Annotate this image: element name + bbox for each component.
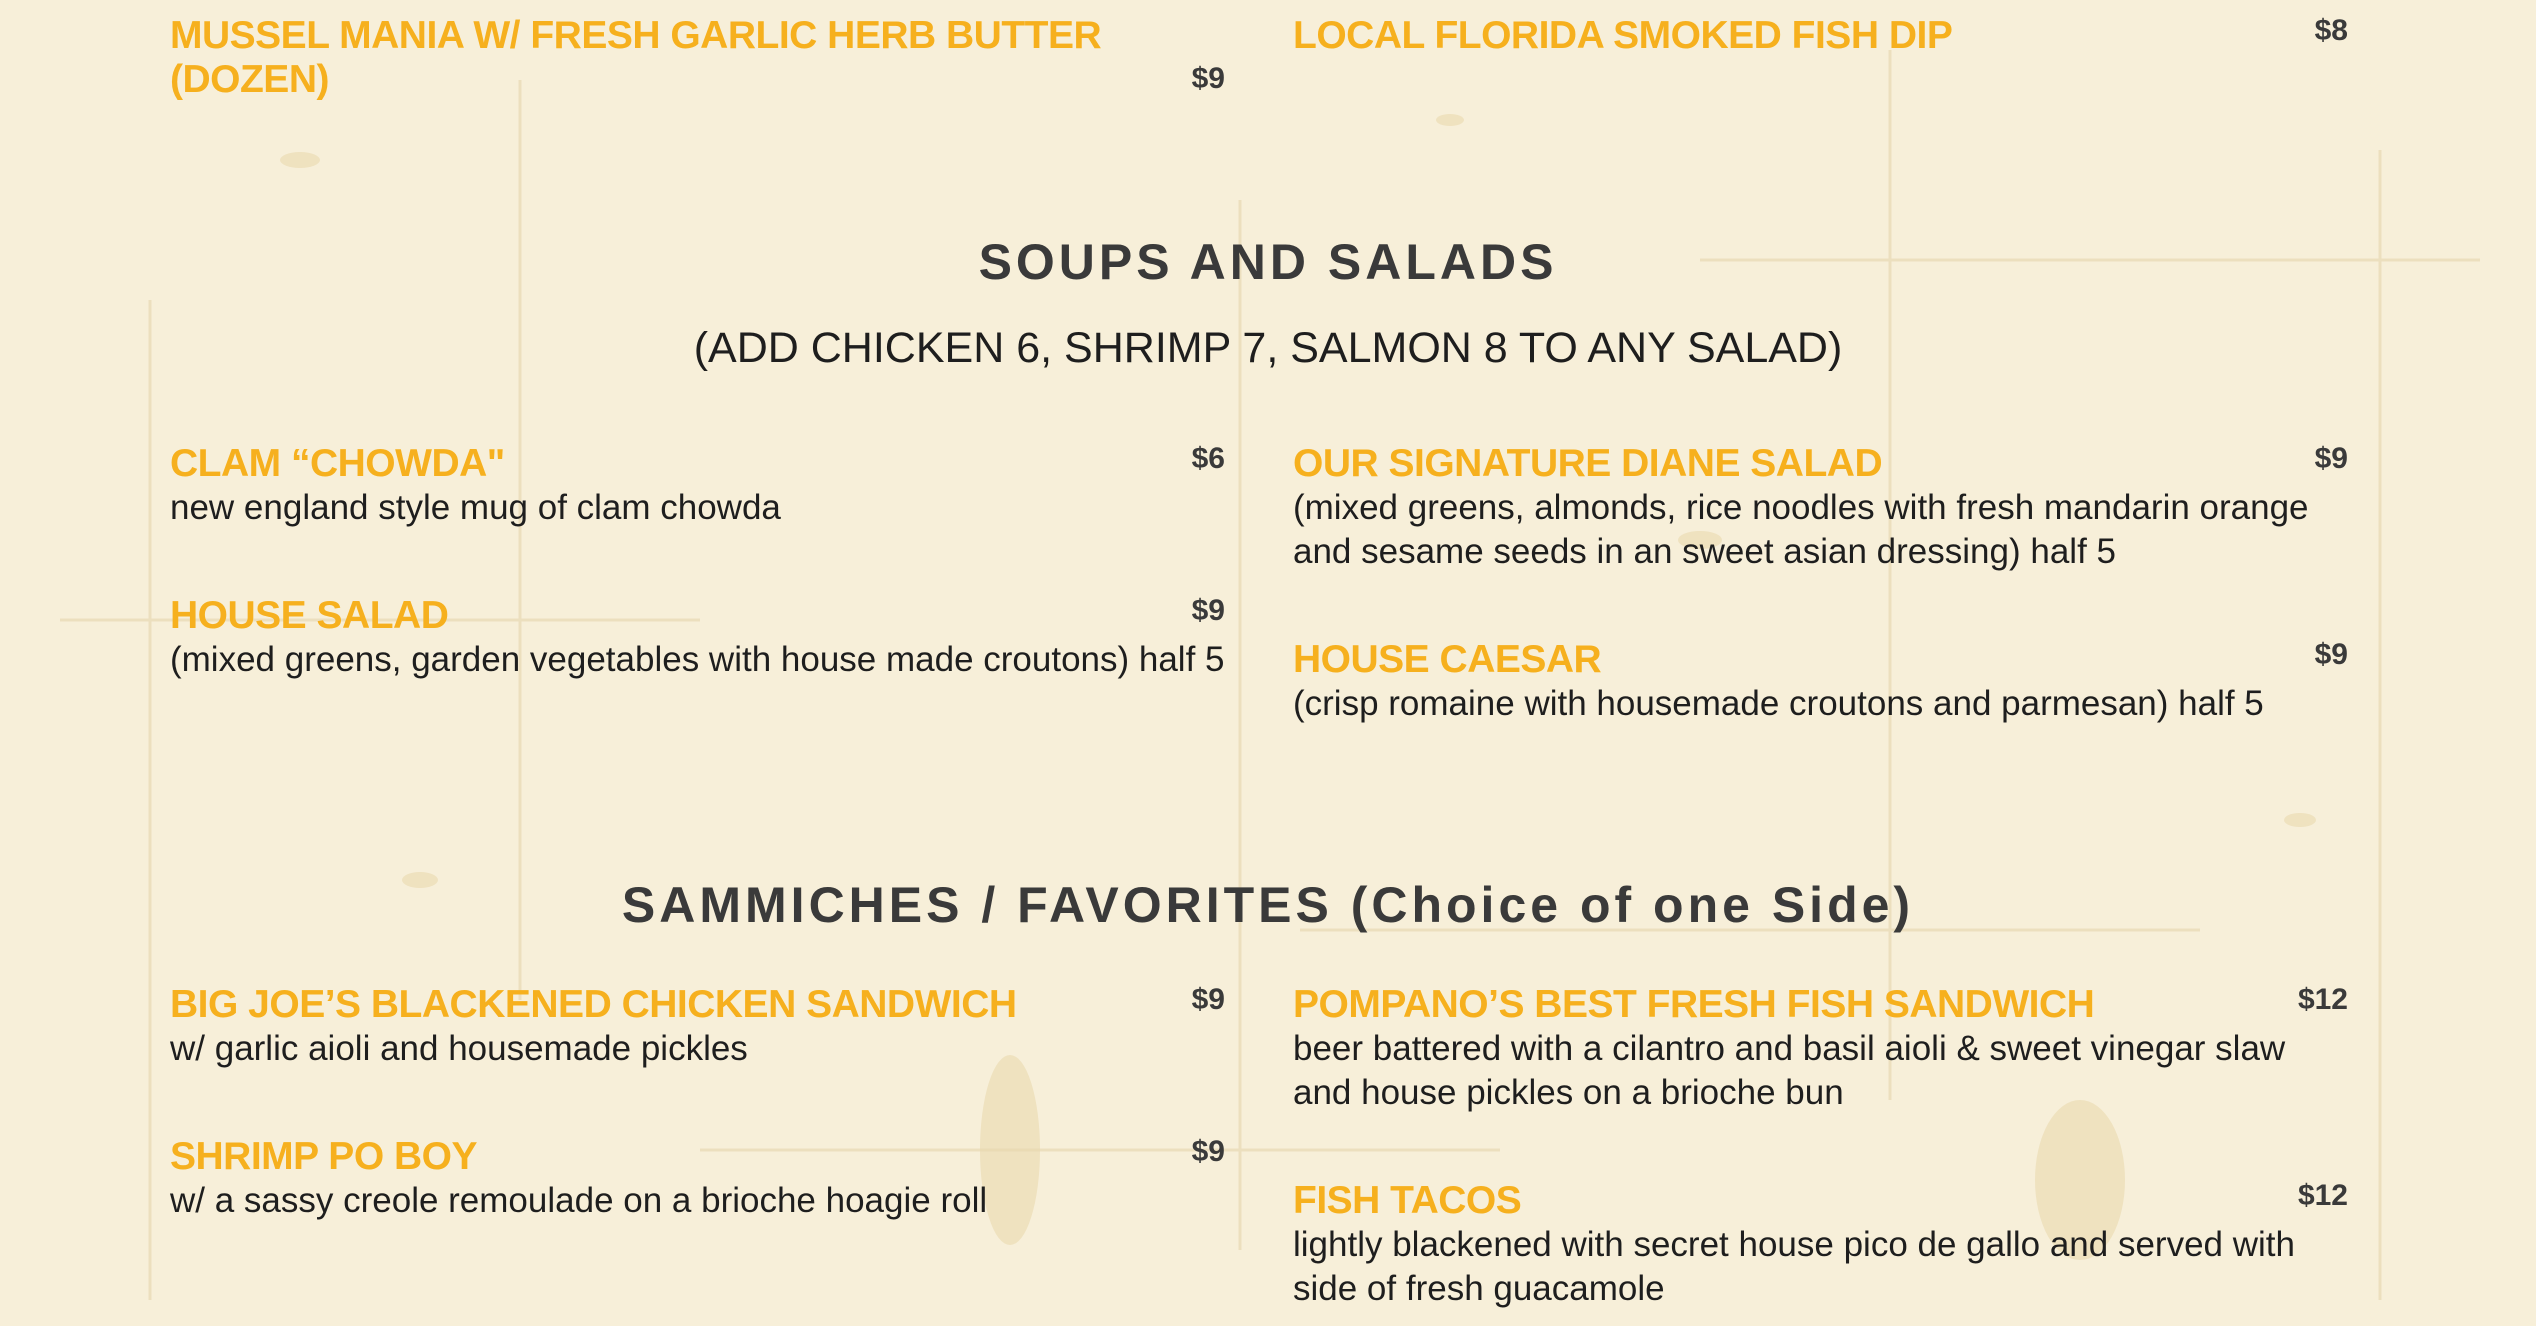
menu-item-smoked-fish-dip: LOCAL FLORIDA SMOKED FISH DIP $8 bbox=[1293, 14, 2348, 58]
menu-item-blackened-chicken-sandwich: BIG JOE’S BLACKENED CHICKEN SANDWICH w/ … bbox=[170, 983, 1225, 1071]
item-price: $6 bbox=[1191, 442, 1225, 475]
item-name: HOUSE CAESAR bbox=[1293, 638, 1602, 681]
item-name: SHRIMP PO BOY bbox=[170, 1135, 478, 1178]
item-name: CLAM “CHOWDA" bbox=[170, 442, 505, 485]
item-price: $12 bbox=[2297, 1179, 2348, 1212]
section-title-sammiches: SAMMICHES / FAVORITES (Choice of one Sid… bbox=[621, 877, 1915, 933]
item-name: FISH TACOS bbox=[1293, 1179, 1522, 1222]
item-price: $9 bbox=[1191, 62, 1225, 95]
item-description: new england style mug of clam chowda bbox=[170, 488, 781, 527]
item-name: MUSSEL MANIA W/ FRESH GARLIC HERB BUTTER… bbox=[170, 14, 1102, 101]
item-price: $9 bbox=[1191, 594, 1225, 627]
item-price: $9 bbox=[2314, 638, 2348, 671]
item-description: w/ a sassy creole remoulade on a brioche… bbox=[170, 1181, 988, 1220]
item-description: (crisp romaine with housemade croutons a… bbox=[1293, 684, 2264, 723]
menu-item-diane-salad: OUR SIGNATURE DIANE SALAD (mixed greens,… bbox=[1293, 442, 2348, 574]
item-name: OUR SIGNATURE DIANE SALAD bbox=[1293, 442, 1883, 485]
item-description: w/ garlic aioli and housemade pickles bbox=[170, 1029, 748, 1068]
menu-item-shrimp-po-boy: SHRIMP PO BOY w/ a sassy creole remoulad… bbox=[170, 1135, 1225, 1223]
menu-item-house-caesar: HOUSE CAESAR (crisp romaine with housema… bbox=[1293, 638, 2348, 726]
item-name: BIG JOE’S BLACKENED CHICKEN SANDWICH bbox=[170, 983, 1017, 1026]
menu-item-fresh-fish-sandwich: POMPANO’S BEST FRESH FISH SANDWICH beer … bbox=[1293, 983, 2348, 1115]
menu-item-mussel-mania: MUSSEL MANIA W/ FRESH GARLIC HERB BUTTER… bbox=[170, 14, 1225, 102]
item-name: POMPANO’S BEST FRESH FISH SANDWICH bbox=[1293, 983, 2095, 1026]
item-price: $9 bbox=[1191, 1135, 1225, 1168]
item-price: $9 bbox=[2314, 442, 2348, 475]
menu-item-house-salad: HOUSE SALAD (mixed greens, garden vegeta… bbox=[170, 594, 1225, 682]
item-description: lightly blackened with secret house pico… bbox=[1293, 1225, 2295, 1308]
menu-item-clam-chowda: CLAM “CHOWDA" new england style mug of c… bbox=[170, 442, 1225, 530]
item-description: beer battered with a cilantro and basil … bbox=[1293, 1029, 2286, 1112]
menu-item-fish-tacos: FISH TACOS lightly blackened with secret… bbox=[1293, 1179, 2348, 1311]
item-price: $8 bbox=[2314, 14, 2348, 47]
section-note-salad-addons: (ADD CHICKEN 6, SHRIMP 7, SALMON 8 TO AN… bbox=[693, 324, 1843, 372]
section-title-soups-salads: SOUPS AND SALADS bbox=[978, 234, 1558, 290]
item-name: LOCAL FLORIDA SMOKED FISH DIP bbox=[1293, 14, 1953, 57]
item-price: $12 bbox=[2297, 983, 2348, 1016]
item-description: (mixed greens, almonds, rice noodles wit… bbox=[1293, 488, 2309, 571]
item-name: HOUSE SALAD bbox=[170, 594, 449, 637]
item-price: $9 bbox=[1191, 983, 1225, 1016]
menu-page: MUSSEL MANIA W/ FRESH GARLIC HERB BUTTER… bbox=[0, 0, 2536, 1326]
item-description: (mixed greens, garden vegetables with ho… bbox=[170, 640, 1225, 679]
